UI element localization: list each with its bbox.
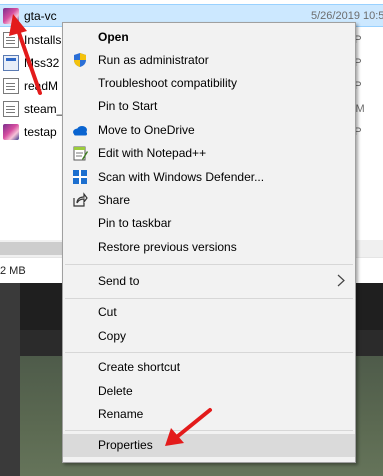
onedrive-cloud-icon — [72, 122, 88, 138]
menu-item-restore-previous-versions[interactable]: Restore previous versions — [63, 236, 355, 259]
menu-item-pin-to-taskbar[interactable]: Pin to taskbar — [63, 212, 355, 235]
menu-item-delete[interactable]: Delete — [63, 380, 355, 403]
file-name: gta-vc — [24, 8, 57, 23]
context-menu: Open Run as administrator Troubleshoot c… — [62, 22, 356, 463]
file-name: Installs — [24, 32, 62, 47]
document-icon — [3, 100, 19, 117]
menu-item-scan-with-defender[interactable]: Scan with Windows Defender... — [63, 166, 355, 189]
menu-item-label: Share — [98, 193, 131, 207]
menu-item-open[interactable]: Open — [63, 26, 355, 49]
menu-separator — [65, 264, 353, 265]
menu-item-label: Send to — [98, 274, 140, 288]
document-icon — [3, 77, 19, 94]
file-name: steam_ — [24, 101, 64, 116]
menu-item-move-to-onedrive[interactable]: Move to OneDrive — [63, 119, 355, 142]
document-icon — [3, 31, 19, 48]
menu-item-label: Move to OneDrive — [98, 123, 195, 137]
menu-item-label: Delete — [98, 384, 133, 398]
game-icon — [3, 7, 19, 24]
menu-item-label: Open — [98, 30, 129, 44]
menu-item-label: Troubleshoot compatibility — [98, 76, 237, 90]
menu-item-label: Copy — [98, 329, 127, 343]
desktop-strip — [0, 283, 20, 476]
notepad-plus-plus-icon — [72, 145, 88, 161]
menu-item-label: Rename — [98, 407, 144, 421]
menu-item-copy[interactable]: Copy — [63, 325, 355, 348]
menu-item-label: Pin to Start — [98, 99, 158, 113]
menu-item-label: Create shortcut — [98, 360, 181, 374]
selection-size: 2 MB — [0, 265, 26, 277]
menu-item-rename[interactable]: Rename — [63, 403, 355, 426]
windows-defender-icon — [72, 169, 88, 185]
menu-item-troubleshoot-compatibility[interactable]: Troubleshoot compatibility — [63, 72, 355, 95]
file-name: testap — [24, 124, 57, 139]
menu-item-label: Scan with Windows Defender... — [98, 170, 265, 184]
menu-item-run-as-administrator[interactable]: Run as administrator — [63, 49, 355, 72]
menu-item-send-to[interactable]: Send to — [63, 270, 355, 293]
menu-item-create-shortcut[interactable]: Create shortcut — [63, 356, 355, 379]
scrollbar-thumb[interactable] — [0, 242, 62, 255]
uac-shield-icon — [72, 52, 88, 68]
share-icon — [72, 192, 88, 208]
game-icon — [3, 123, 19, 140]
menu-item-label: Pin to taskbar — [98, 216, 172, 230]
menu-item-edit-with-notepad[interactable]: Edit with Notepad++ — [63, 142, 355, 165]
menu-item-pin-to-start[interactable]: Pin to Start — [63, 95, 355, 118]
menu-item-properties[interactable]: Properties — [63, 434, 355, 457]
application-icon — [3, 54, 19, 71]
menu-item-label: Properties — [98, 438, 153, 452]
menu-separator — [65, 352, 353, 353]
chevron-right-icon — [337, 274, 345, 287]
file-date: 5/26/2019 10:54 P — [311, 9, 383, 22]
menu-item-cut[interactable]: Cut — [63, 301, 355, 324]
menu-item-label: Run as administrator — [98, 53, 209, 67]
file-name: Mss32 — [24, 55, 60, 70]
menu-item-label: Restore previous versions — [98, 240, 237, 254]
file-name: readM — [24, 78, 59, 93]
menu-item-label: Cut — [98, 305, 117, 319]
menu-separator — [65, 430, 353, 431]
menu-separator — [65, 298, 353, 299]
menu-item-label: Edit with Notepad++ — [98, 146, 207, 160]
menu-item-share[interactable]: Share — [63, 189, 355, 212]
